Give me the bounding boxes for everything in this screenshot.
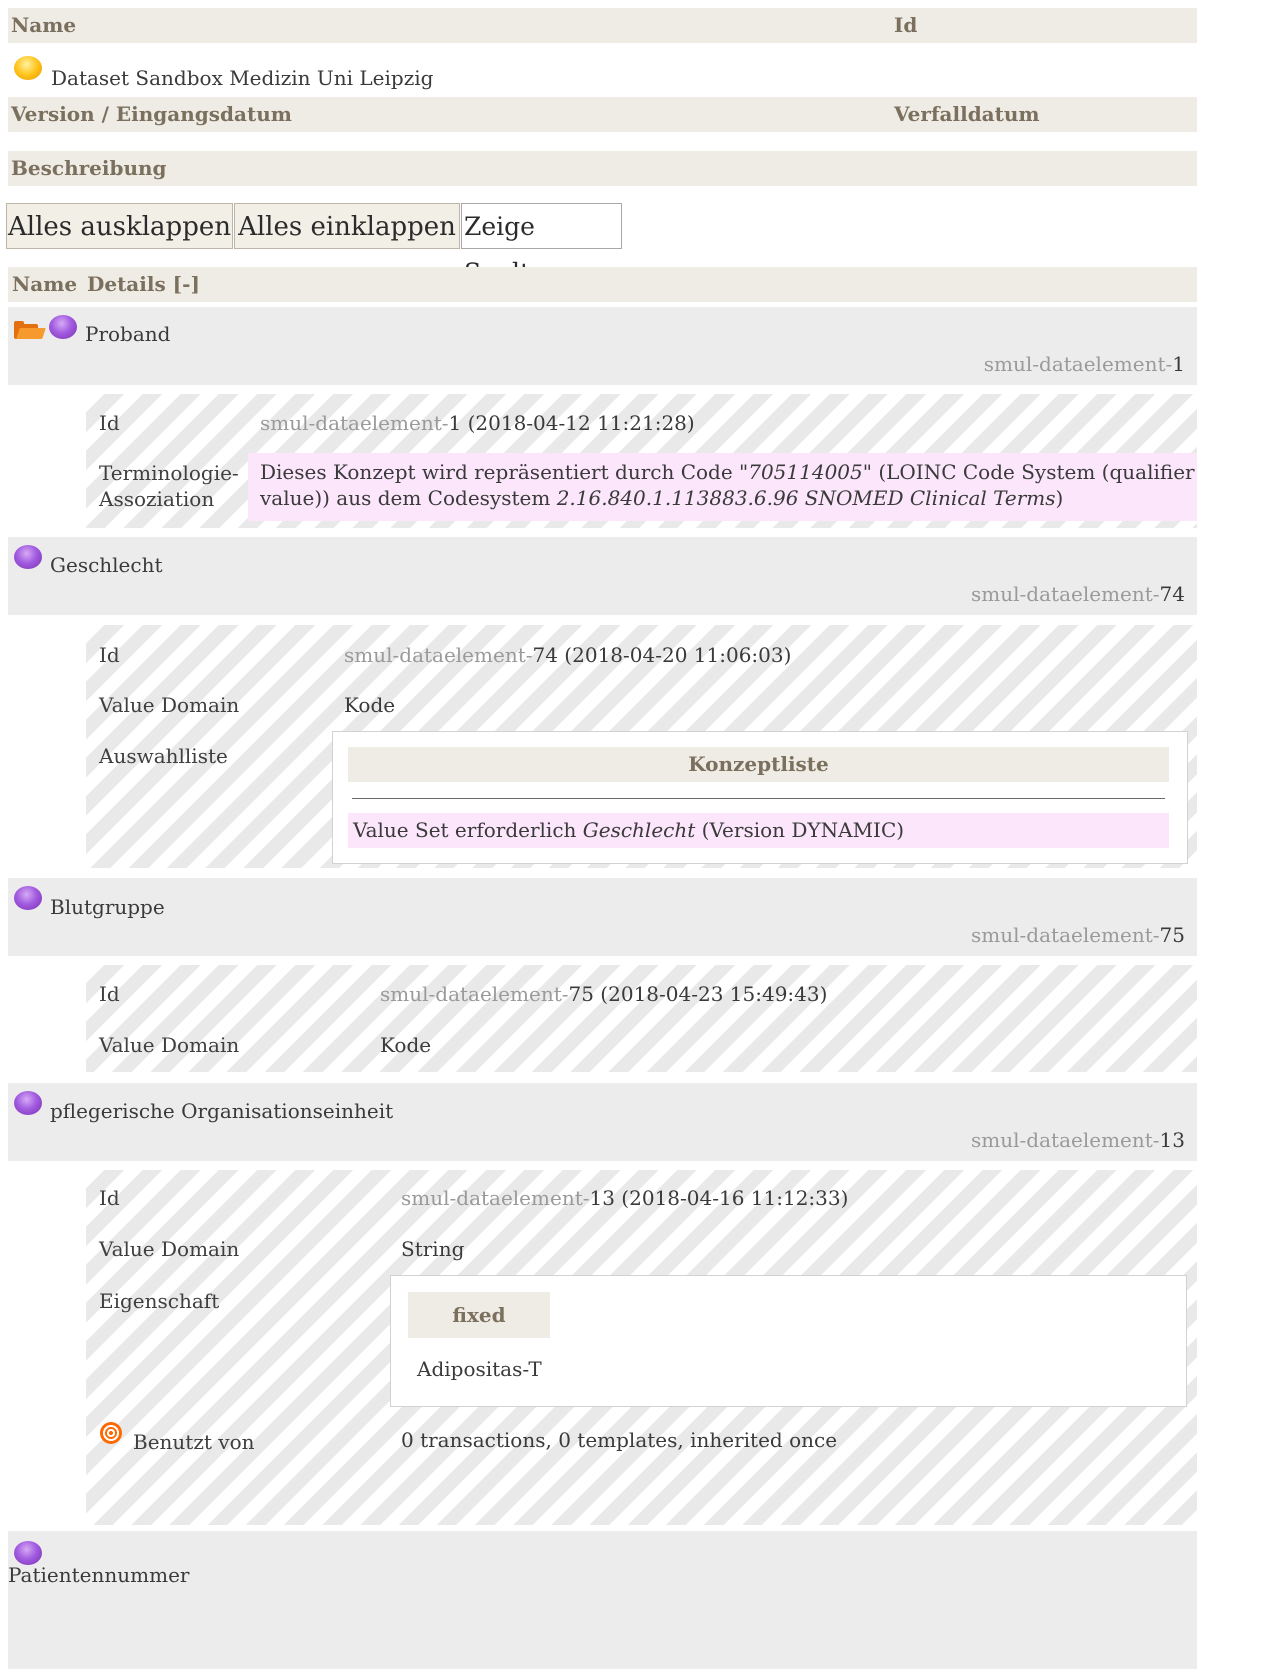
concept-name: Patientennummer (8, 1563, 190, 1587)
choice-list-label: Auswahlliste (99, 744, 228, 768)
concept-details-proband: Id smul-dataelement-1 (2018-04-12 11:21:… (86, 394, 1197, 528)
id-label: Id (99, 982, 120, 1006)
concept-details-pflege: Id smul-dataelement-13 (2018-04-16 11:12… (86, 1170, 1197, 1525)
concept-status-icon (49, 315, 77, 339)
terminology-association: Dieses Konzept wird repräsentiert durch … (248, 453, 1197, 521)
value-domain-value: String (401, 1237, 465, 1261)
concept-id: smul-dataelement-74 (971, 582, 1185, 606)
concept-row-proband[interactable]: Proband smul-dataelement-1 (8, 307, 1197, 385)
property-label: Eigenschaft (99, 1289, 220, 1313)
value-domain-value: Kode (344, 693, 396, 717)
col-name-header: Name (12, 272, 78, 296)
expand-all-button[interactable]: Alles ausklappen (6, 203, 233, 249)
concept-row-geschlecht[interactable]: Geschlecht smul-dataelement-74 (8, 537, 1197, 615)
folder-open-icon[interactable] (14, 321, 46, 339)
header-id-label: Id (894, 13, 918, 37)
concept-status-icon (14, 886, 42, 910)
collapse-all-button[interactable]: Alles einklappen (234, 203, 460, 249)
id-value: smul-dataelement-1 (2018-04-12 11:21:28) (260, 411, 695, 435)
concept-details-blutgruppe: Id smul-dataelement-75 (2018-04-23 15:49… (86, 965, 1197, 1072)
id-value: smul-dataelement-74 (2018-04-20 11:06:03… (344, 643, 792, 667)
id-value: smul-dataelement-13 (2018-04-16 11:12:33… (401, 1186, 849, 1210)
version-header-row: Version / Eingangsdatum Verfalldatum (8, 97, 1197, 132)
concept-status-icon (14, 545, 42, 569)
used-by-icon (100, 1422, 122, 1444)
terminology-label: Terminologie- Assoziation (99, 461, 239, 511)
concept-name: Geschlecht (50, 553, 163, 577)
concept-list-divider (352, 798, 1165, 799)
header-version-label: Version / Eingangsdatum (11, 102, 292, 126)
concept-name: Blutgruppe (50, 895, 165, 919)
id-value: smul-dataelement-75 (2018-04-23 15:49:43… (380, 982, 828, 1006)
property-value: Adipositas-T (417, 1357, 542, 1381)
concept-status-icon (14, 1091, 42, 1115)
description-header-row: Beschreibung (8, 151, 1197, 186)
table-header-row: Name Details [-] (8, 267, 1197, 302)
concept-row-pflege[interactable]: pflegerische Organisationseinheit smul-d… (8, 1083, 1197, 1161)
concept-row-blutgruppe[interactable]: Blutgruppe smul-dataelement-75 (8, 878, 1197, 956)
concept-id: smul-dataelement-13 (971, 1128, 1185, 1152)
id-label: Id (99, 643, 120, 667)
dataset-status-icon (14, 56, 42, 80)
header-name-label: Name (11, 13, 77, 37)
concept-details-geschlecht: Id smul-dataelement-74 (2018-04-20 11:06… (86, 625, 1197, 868)
dataset-name: Dataset Sandbox Medizin Uni Leipzig (51, 66, 434, 90)
col-details-header[interactable]: Details [-] (87, 267, 200, 302)
id-label: Id (99, 411, 120, 435)
concept-name: Proband (85, 322, 171, 346)
header-description-label: Beschreibung (11, 156, 167, 180)
property-box: fixed Adipositas-T (390, 1275, 1187, 1407)
used-by-value[interactable]: 0 transactions, 0 templates, inherited o… (401, 1427, 837, 1453)
property-fixed-tag: fixed (408, 1292, 550, 1338)
value-domain-value: Kode (380, 1033, 432, 1057)
show-column-select[interactable]: Zeige Spalte... (461, 203, 622, 287)
concept-id: smul-dataelement-75 (971, 923, 1185, 947)
value-domain-label: Value Domain (99, 1237, 240, 1261)
value-domain-label: Value Domain (99, 693, 240, 717)
concept-list-box: Konzeptliste Value Set erforderlich Gesc… (332, 731, 1188, 864)
concept-list-header: Konzeptliste (348, 747, 1169, 782)
concept-row-patientennummer[interactable]: Patientennummer (8, 1531, 1197, 1669)
dataset-header-row: Name Id (8, 8, 1197, 43)
id-label: Id (99, 1186, 120, 1210)
used-by-label: Benutzt von (133, 1430, 255, 1454)
value-domain-label: Value Domain (99, 1033, 240, 1057)
concept-id: smul-dataelement-1 (983, 352, 1185, 376)
value-set-entry[interactable]: Value Set erforderlich Geschlecht (Versi… (348, 813, 1169, 848)
concept-name: pflegerische Organisationseinheit (50, 1099, 394, 1123)
header-expiry-label: Verfalldatum (894, 102, 1040, 126)
